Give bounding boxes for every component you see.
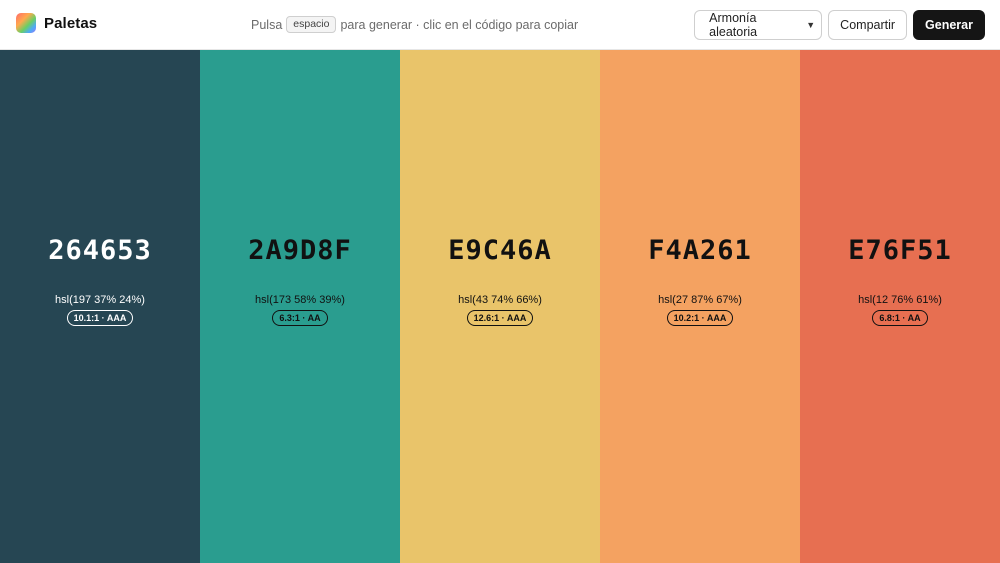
top-bar: Paletas Pulsa espacio para generar · cli… bbox=[0, 0, 1000, 50]
hsl-value: hsl(197 37% 24%) bbox=[55, 294, 145, 306]
hex-code[interactable]: E76F51 bbox=[800, 235, 1000, 267]
space-key-badge: espacio bbox=[286, 16, 337, 33]
contrast-badge: 10.2:1 · AAA bbox=[666, 310, 734, 326]
hex-code[interactable]: F4A261 bbox=[600, 235, 800, 267]
generate-button[interactable]: Generar bbox=[913, 10, 985, 40]
brand: Paletas bbox=[16, 13, 97, 33]
swatch-info: F4A261 hsl(27 87% 67%) 10.2:1 · AAA bbox=[600, 235, 800, 326]
contrast-badge: 10.1:1 · AAA bbox=[66, 310, 134, 326]
hsl-value: hsl(43 74% 66%) bbox=[458, 294, 542, 306]
hint-suffix: para generar · clic en el código para co… bbox=[340, 17, 579, 32]
keyboard-hint: Pulsa espacio para generar · clic en el … bbox=[251, 16, 578, 33]
hex-code[interactable]: 2A9D8F bbox=[200, 235, 400, 267]
swatch-info: E9C46A hsl(43 74% 66%) 12.6:1 · AAA bbox=[400, 235, 600, 326]
app-title: Paletas bbox=[44, 14, 98, 32]
hex-code[interactable]: 264653 bbox=[0, 235, 200, 267]
contrast-badge: 6.3:1 · AA bbox=[272, 310, 328, 326]
hsl-value: hsl(173 58% 39%) bbox=[255, 294, 345, 306]
color-swatch[interactable]: F4A261 hsl(27 87% 67%) 10.2:1 · AAA bbox=[600, 50, 800, 563]
contrast-badge: 6.8:1 · AA bbox=[872, 310, 928, 326]
harmony-select[interactable]: Armonía aleatoria ▼ bbox=[694, 10, 823, 40]
hint-prefix: Pulsa bbox=[251, 17, 283, 32]
palette-swatches: 264653 hsl(197 37% 24%) 10.1:1 · AAA 2A9… bbox=[0, 50, 1000, 563]
color-swatch[interactable]: 264653 hsl(197 37% 24%) 10.1:1 · AAA bbox=[0, 50, 200, 563]
hsl-value: hsl(12 76% 61%) bbox=[858, 294, 942, 306]
toolbar: Armonía aleatoria ▼ Compartir Generar bbox=[694, 10, 985, 40]
harmony-select-value: Armonía aleatoria bbox=[709, 11, 758, 39]
color-swatch[interactable]: E76F51 hsl(12 76% 61%) 6.8:1 · AA bbox=[800, 50, 1000, 563]
contrast-badge: 12.6:1 · AAA bbox=[466, 310, 534, 326]
color-swatch[interactable]: 2A9D8F hsl(173 58% 39%) 6.3:1 · AA bbox=[200, 50, 400, 563]
hsl-value: hsl(27 87% 67%) bbox=[658, 294, 742, 306]
chevron-down-icon: ▼ bbox=[806, 20, 816, 30]
hex-code[interactable]: E9C46A bbox=[400, 235, 600, 267]
share-button[interactable]: Compartir bbox=[828, 10, 908, 40]
swatch-info: 264653 hsl(197 37% 24%) 10.1:1 · AAA bbox=[0, 235, 200, 326]
color-swatch[interactable]: E9C46A hsl(43 74% 66%) 12.6:1 · AAA bbox=[400, 50, 600, 563]
swatch-info: 2A9D8F hsl(173 58% 39%) 6.3:1 · AA bbox=[200, 235, 400, 326]
swatch-info: E76F51 hsl(12 76% 61%) 6.8:1 · AA bbox=[800, 235, 1000, 326]
palette-logo-icon bbox=[16, 13, 36, 33]
